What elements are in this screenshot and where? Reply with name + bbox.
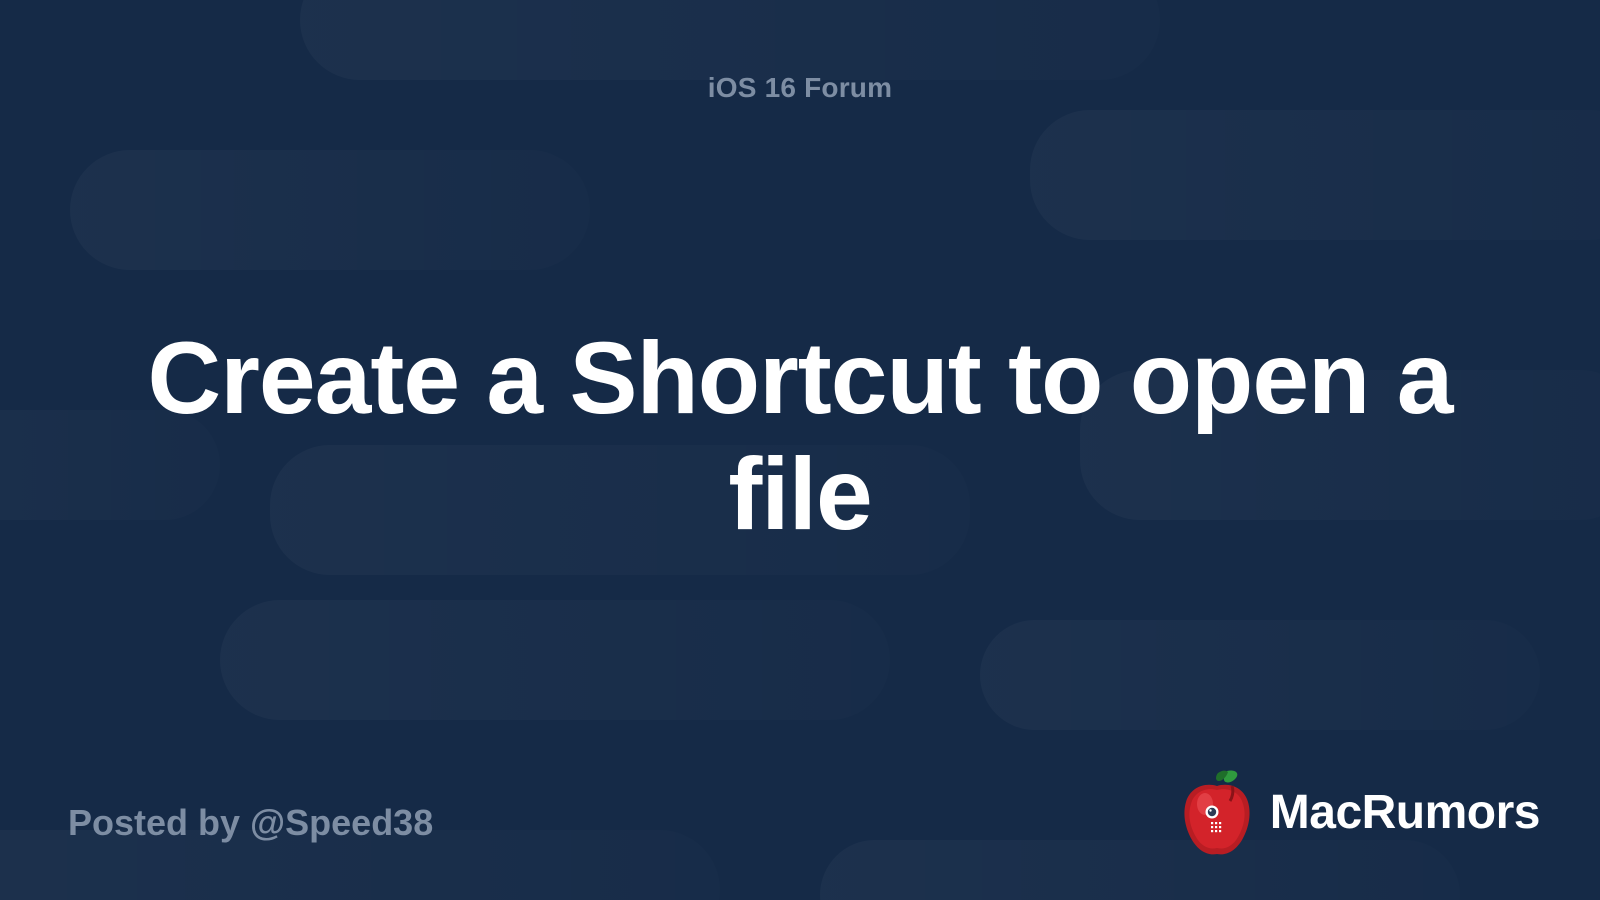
decorative-bubble <box>1030 110 1600 240</box>
brand-logo: MacRumors <box>1178 768 1540 856</box>
posted-by: Posted by @Speed38 <box>68 802 433 844</box>
apple-icon <box>1178 768 1256 856</box>
page-title: Create a Shortcut to open a file <box>140 320 1460 553</box>
forum-label: iOS 16 Forum <box>0 72 1600 104</box>
decorative-bubble <box>300 0 1160 80</box>
decorative-bubble <box>980 620 1540 730</box>
brand-name: MacRumors <box>1270 785 1540 840</box>
decorative-bubble <box>70 150 590 270</box>
decorative-bubble <box>220 600 890 720</box>
